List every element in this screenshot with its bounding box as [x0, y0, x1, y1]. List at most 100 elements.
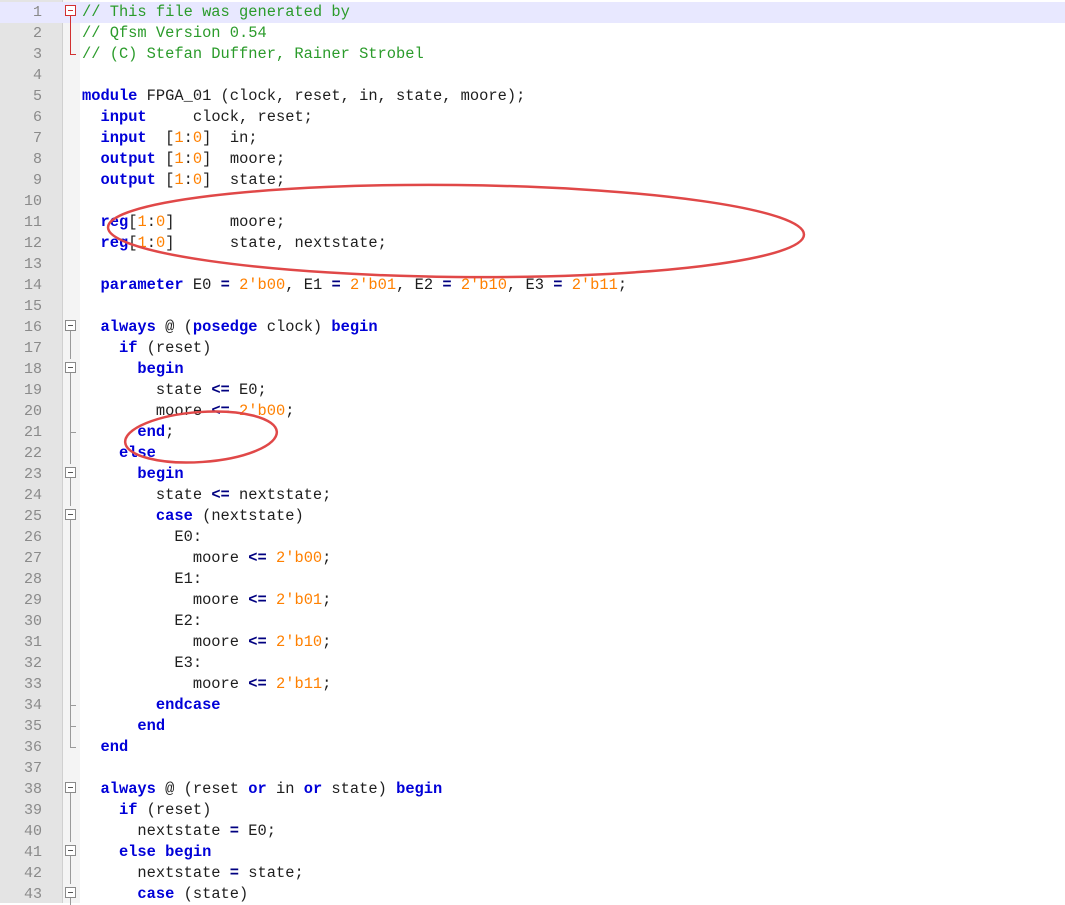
code-token: endcase	[155, 696, 221, 714]
code-line[interactable]: 39 if (reset)	[0, 800, 1065, 821]
code-text[interactable]: // This file was generated by	[82, 2, 350, 23]
fold-toggle-icon[interactable]	[65, 464, 78, 485]
code-line[interactable]: 34 endcase	[0, 695, 1065, 716]
fold-toggle-icon[interactable]	[65, 779, 78, 800]
code-text[interactable]: // (C) Stefan Duffner, Rainer Strobel	[82, 44, 424, 65]
code-line[interactable]: 33 moore <= 2'b11;	[0, 674, 1065, 695]
code-text[interactable]: output [1:0] moore;	[82, 149, 285, 170]
code-line[interactable]: 31 moore <= 2'b10;	[0, 632, 1065, 653]
code-text[interactable]: reg[1:0] moore;	[82, 212, 285, 233]
code-line[interactable]: 40 nextstate = E0;	[0, 821, 1065, 842]
code-token: moore	[82, 549, 249, 567]
code-line[interactable]: 5 module FPGA_01 (clock, reset, in, state…	[0, 86, 1065, 107]
code-line[interactable]: 22 else	[0, 443, 1065, 464]
code-text[interactable]: always @ (reset or in or state) begin	[82, 779, 442, 800]
code-text[interactable]: always @ (posedge clock) begin	[82, 317, 377, 338]
code-text[interactable]: state <= nextstate;	[82, 485, 332, 506]
code-text[interactable]: case (state)	[82, 884, 248, 905]
code-text[interactable]: E1:	[82, 569, 202, 590]
code-text[interactable]: end	[82, 716, 165, 737]
code-line[interactable]: 42 nextstate = state;	[0, 863, 1065, 884]
code-text[interactable]: if (reset)	[82, 800, 211, 821]
code-line[interactable]: 41 else begin	[0, 842, 1065, 863]
fold-toggle-icon[interactable]	[65, 506, 78, 527]
code-line[interactable]: 36 end	[0, 737, 1065, 758]
fold-toggle-icon[interactable]	[65, 884, 78, 905]
code-text[interactable]: moore <= 2'b00;	[82, 401, 295, 422]
code-text[interactable]: else	[82, 443, 156, 464]
code-text[interactable]: // Qfsm Version 0.54	[82, 23, 267, 44]
code-line[interactable]: 28 E1:	[0, 569, 1065, 590]
code-line[interactable]: 8 output [1:0] moore;	[0, 149, 1065, 170]
code-text[interactable]: moore <= 2'b01;	[82, 590, 332, 611]
code-line[interactable]: 24 state <= nextstate;	[0, 485, 1065, 506]
fold-toggle-icon[interactable]	[65, 2, 78, 23]
code-line[interactable]: 17 if (reset)	[0, 338, 1065, 359]
code-line[interactable]: 15	[0, 296, 1065, 317]
code-text[interactable]: begin	[82, 359, 183, 380]
code-text[interactable]: nextstate = E0;	[82, 821, 276, 842]
code-line[interactable]: 19 state <= E0;	[0, 380, 1065, 401]
code-text[interactable]: endcase	[82, 695, 221, 716]
line-number: 18	[23, 361, 42, 378]
code-line[interactable]: 32 E3:	[0, 653, 1065, 674]
code-text[interactable]: else begin	[82, 842, 211, 863]
code-line[interactable]: 2 // Qfsm Version 0.54	[0, 23, 1065, 44]
code-text[interactable]: end;	[82, 422, 174, 443]
code-text[interactable]: if (reset)	[82, 338, 211, 359]
code-text[interactable]: moore <= 2'b10;	[82, 632, 332, 653]
code-text[interactable]: nextstate = state;	[82, 863, 303, 884]
code-line[interactable]: 4	[0, 65, 1065, 86]
line-number: 28	[23, 571, 42, 588]
code-line[interactable]: 37	[0, 758, 1065, 779]
code-line[interactable]: 38 always @ (reset or in or state) begin	[0, 779, 1065, 800]
code-line[interactable]: 30 E2:	[0, 611, 1065, 632]
code-line[interactable]: 23 begin	[0, 464, 1065, 485]
code-line[interactable]: 12 reg[1:0] state, nextstate;	[0, 233, 1065, 254]
code-line[interactable]: 9 output [1:0] state;	[0, 170, 1065, 191]
code-text[interactable]: moore <= 2'b00;	[82, 548, 332, 569]
code-line[interactable]: 25 case (nextstate)	[0, 506, 1065, 527]
code-text[interactable]: input [1:0] in;	[82, 128, 257, 149]
code-text[interactable]: E0:	[82, 527, 202, 548]
code-editor[interactable]: 1 // This file was generated by 2 // Qfsm V…	[0, 0, 1065, 905]
code-line[interactable]: 27 moore <= 2'b00;	[0, 548, 1065, 569]
code-text[interactable]: end	[82, 737, 128, 758]
code-line[interactable]: 20 moore <= 2'b00;	[0, 401, 1065, 422]
code-text[interactable]: E3:	[82, 653, 202, 674]
code-text[interactable]: begin	[82, 464, 183, 485]
code-line[interactable]: 14 parameter E0 = 2'b00, E1 = 2'b01, E2 …	[0, 275, 1065, 296]
line-number: 13	[23, 256, 42, 273]
code-text[interactable]: case (nextstate)	[82, 506, 304, 527]
code-text[interactable]: output [1:0] state;	[82, 170, 285, 191]
code-line[interactable]: 43 case (state)	[0, 884, 1065, 905]
fold-empty	[65, 149, 78, 170]
code-text[interactable]: E2:	[82, 611, 202, 632]
code-line[interactable]: 35 end	[0, 716, 1065, 737]
code-line[interactable]: 26 E0:	[0, 527, 1065, 548]
code-text[interactable]: reg[1:0] state, nextstate;	[82, 233, 386, 254]
fold-toggle-icon[interactable]	[65, 359, 78, 380]
code-text[interactable]: moore <= 2'b11;	[82, 674, 332, 695]
code-line[interactable]: 3 // (C) Stefan Duffner, Rainer Strobel	[0, 44, 1065, 65]
code-text[interactable]: parameter E0 = 2'b00, E1 = 2'b01, E2 = 2…	[82, 275, 627, 296]
fold-toggle-icon[interactable]	[65, 317, 78, 338]
code-line[interactable]: 1 // This file was generated by	[0, 2, 1065, 23]
code-text[interactable]: input clock, reset;	[82, 107, 312, 128]
code-line[interactable]: 6 input clock, reset;	[0, 107, 1065, 128]
code-line[interactable]: 29 moore <= 2'b01;	[0, 590, 1065, 611]
code-line[interactable]: 10	[0, 191, 1065, 212]
code-line[interactable]: 18 begin	[0, 359, 1065, 380]
line-number: 30	[23, 613, 42, 630]
code-line[interactable]: 21 end;	[0, 422, 1065, 443]
code-line[interactable]: 7 input [1:0] in;	[0, 128, 1065, 149]
code-text[interactable]: state <= E0;	[82, 380, 267, 401]
code-line[interactable]: 13	[0, 254, 1065, 275]
fold-toggle-icon[interactable]	[65, 842, 78, 863]
code-line[interactable]: 11 reg[1:0] moore;	[0, 212, 1065, 233]
code-token: ;	[322, 675, 332, 693]
code-text[interactable]: module FPGA_01 (clock, reset, in, state,…	[82, 86, 525, 107]
code-line[interactable]: 16 always @ (posedge clock) begin	[0, 317, 1065, 338]
